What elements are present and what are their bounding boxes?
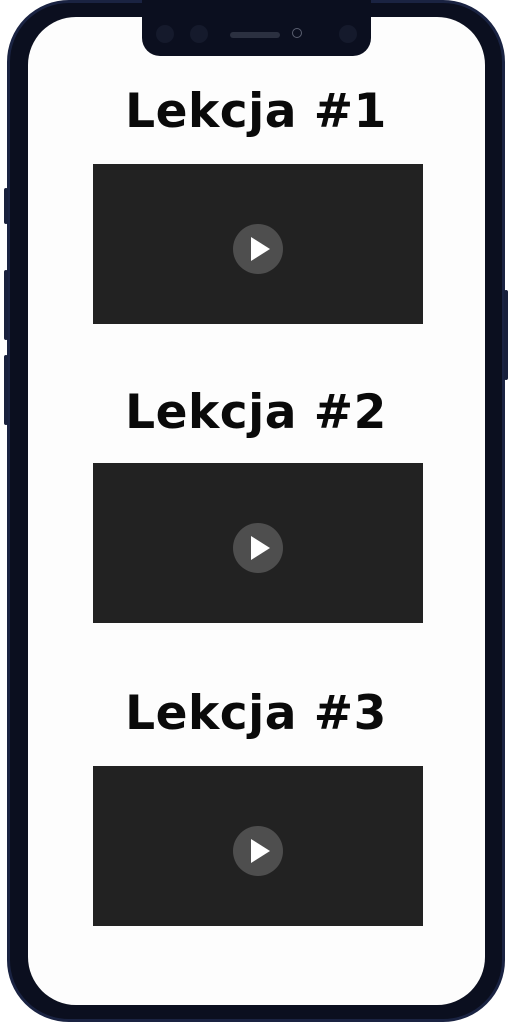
- play-icon: [251, 237, 270, 261]
- play-icon: [251, 536, 270, 560]
- play-button[interactable]: [233, 224, 283, 274]
- sensor-dot: [190, 25, 208, 43]
- side-button: [4, 270, 8, 340]
- power-button: [504, 290, 508, 380]
- speaker-grille: [230, 32, 280, 38]
- play-button[interactable]: [233, 523, 283, 573]
- lesson-title: Lekcja #2: [125, 385, 387, 440]
- lesson-title: Lekcja #3: [125, 686, 387, 741]
- sensor-dot: [339, 25, 357, 43]
- play-icon: [251, 839, 270, 863]
- play-button[interactable]: [233, 826, 283, 876]
- video-player[interactable]: [93, 463, 423, 623]
- video-player[interactable]: [93, 164, 423, 324]
- front-camera: [292, 28, 302, 38]
- lesson-title: Lekcja #1: [125, 84, 387, 139]
- video-player[interactable]: [93, 766, 423, 926]
- sensor-dot: [156, 25, 174, 43]
- side-button: [4, 188, 8, 224]
- notch: [142, 0, 371, 56]
